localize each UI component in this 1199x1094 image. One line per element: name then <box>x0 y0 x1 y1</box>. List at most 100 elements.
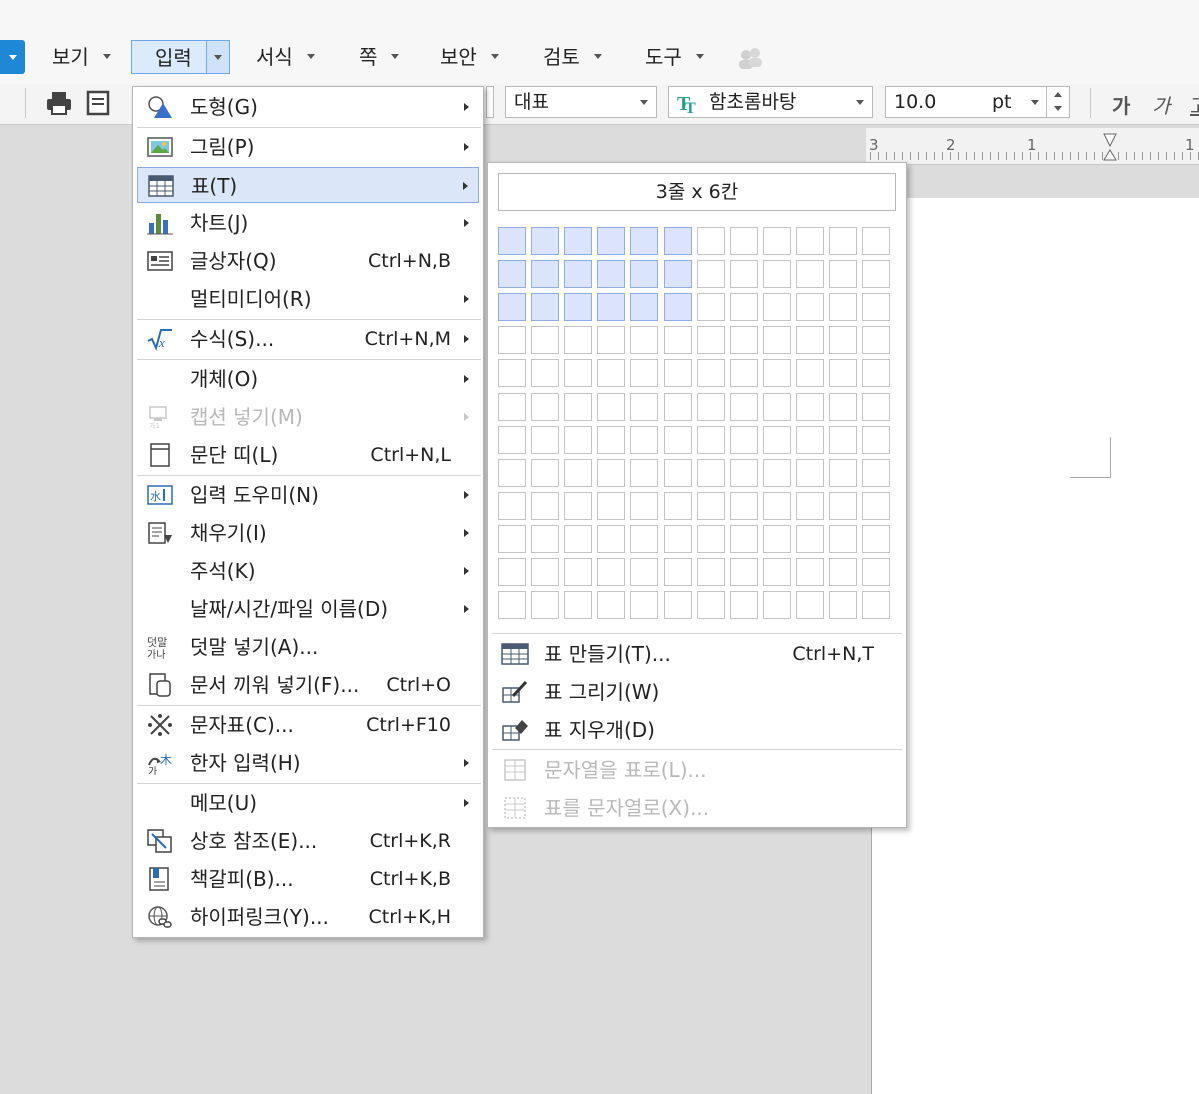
menu-item-ruby-text[interactable]: 덧말 가나 덧말 넣기(A)... <box>137 629 479 665</box>
table-grid-cell[interactable] <box>729 227 758 255</box>
style-select[interactable]: 대표 <box>505 86 657 118</box>
table-grid-cell[interactable] <box>862 458 891 487</box>
table-grid-cell[interactable] <box>663 293 692 322</box>
menu-item-input-helper[interactable]: 水 입력 도우미(N) <box>137 477 479 513</box>
menu-item-date-time-filename[interactable]: 날짜/시간/파일 이름(D) <box>137 591 479 627</box>
table-grid-cell[interactable] <box>531 491 560 520</box>
table-grid-cell[interactable] <box>762 491 791 520</box>
font-select[interactable]: T T 함초롬바탕 <box>668 86 873 118</box>
table-grid-cell[interactable] <box>795 425 824 454</box>
table-grid-cell[interactable] <box>862 558 891 586</box>
table-grid-cell[interactable] <box>498 558 526 586</box>
menu-item-paragraph-band[interactable]: 문단 띠(L) Ctrl+N,L <box>137 437 479 473</box>
font-size-spinner[interactable] <box>1046 87 1069 117</box>
table-grid-cell[interactable] <box>696 458 725 487</box>
file-menu-dropdown-button[interactable] <box>0 40 25 74</box>
table-grid-cell[interactable] <box>795 326 824 355</box>
table-grid-cell[interactable] <box>597 227 626 255</box>
table-grid-cell[interactable] <box>729 458 758 487</box>
table-grid-cell[interactable] <box>762 260 791 289</box>
table-grid-cell[interactable] <box>862 524 891 553</box>
table-grid-cell[interactable] <box>829 392 857 421</box>
table-grid-cell[interactable] <box>729 591 758 620</box>
table-grid-cell[interactable] <box>762 524 791 553</box>
table-grid-cell[interactable] <box>630 491 659 520</box>
submenu-item-draw-table[interactable]: 표 그리기(W) <box>492 673 902 711</box>
table-grid-cell[interactable] <box>597 425 626 454</box>
table-grid-cell[interactable] <box>663 458 692 487</box>
menu-item-bookmark[interactable]: 책갈피(B)... Ctrl+K,B <box>137 861 479 897</box>
table-grid-cell[interactable] <box>696 227 725 255</box>
table-grid-cell[interactable] <box>630 591 659 620</box>
table-grid-cell[interactable] <box>498 326 526 355</box>
table-grid-cell[interactable] <box>630 558 659 586</box>
table-grid-cell[interactable] <box>829 591 857 620</box>
table-grid-cell[interactable] <box>762 392 791 421</box>
italic-button[interactable]: 가 <box>1152 90 1170 119</box>
table-grid-cell[interactable] <box>696 558 725 586</box>
menu-item-memo[interactable]: 메모(U) <box>137 785 479 821</box>
table-grid-cell[interactable] <box>597 458 626 487</box>
table-grid-cell[interactable] <box>597 359 626 388</box>
table-grid-cell[interactable] <box>663 591 692 620</box>
table-grid-cell[interactable] <box>663 260 692 289</box>
table-grid-cell[interactable] <box>597 491 626 520</box>
table-grid-cell[interactable] <box>696 260 725 289</box>
menu-view[interactable]: 보기 <box>52 40 111 74</box>
menu-item-object[interactable]: 개체(O) <box>137 361 479 397</box>
table-grid-cell[interactable] <box>531 425 560 454</box>
ruler-indent-marker[interactable] <box>1102 132 1118 164</box>
table-grid-cell[interactable] <box>829 326 857 355</box>
table-grid-cell[interactable] <box>630 458 659 487</box>
table-grid-cell[interactable] <box>795 491 824 520</box>
table-grid-cell[interactable] <box>531 591 560 620</box>
table-grid-cell[interactable] <box>663 326 692 355</box>
table-grid-cell[interactable] <box>729 260 758 289</box>
table-grid-cell[interactable] <box>729 524 758 553</box>
menu-item-chart[interactable]: 차트(J) <box>137 205 479 241</box>
menu-item-fill[interactable]: 채우기(I) <box>137 515 479 551</box>
table-grid-cell[interactable] <box>795 524 824 553</box>
table-grid-cell[interactable] <box>862 591 891 620</box>
table-grid-cell[interactable] <box>630 425 659 454</box>
table-grid-cell[interactable] <box>829 425 857 454</box>
menu-item-table[interactable]: 표(T) <box>137 167 479 203</box>
table-grid-cell[interactable] <box>564 558 593 586</box>
table-grid-cell[interactable] <box>729 425 758 454</box>
table-grid-cell[interactable] <box>829 227 857 255</box>
users-icon[interactable] <box>736 46 764 70</box>
table-grid-cell[interactable] <box>498 491 526 520</box>
table-grid-cell[interactable] <box>531 359 560 388</box>
print-icon[interactable] <box>46 90 72 116</box>
table-grid-cell[interactable] <box>862 260 891 289</box>
table-grid-cell[interactable] <box>564 524 593 553</box>
bold-button[interactable]: 가 <box>1112 90 1130 119</box>
table-grid-cell[interactable] <box>630 326 659 355</box>
table-grid-cell[interactable] <box>795 227 824 255</box>
menu-item-textbox[interactable]: 글상자(Q) Ctrl+N,B <box>137 243 479 279</box>
table-grid-cell[interactable] <box>795 260 824 289</box>
preview-icon[interactable] <box>86 90 110 116</box>
table-grid-cell[interactable] <box>630 392 659 421</box>
table-grid-cell[interactable] <box>696 359 725 388</box>
table-grid-cell[interactable] <box>531 458 560 487</box>
table-grid-cell[interactable] <box>564 227 593 255</box>
table-grid-cell[interactable] <box>498 591 526 620</box>
table-grid-cell[interactable] <box>829 524 857 553</box>
table-grid-cell[interactable] <box>696 326 725 355</box>
table-grid-cell[interactable] <box>663 359 692 388</box>
table-grid-cell[interactable] <box>564 392 593 421</box>
table-grid-cell[interactable] <box>762 425 791 454</box>
menu-item-multimedia[interactable]: 멀티미디어(R) <box>137 281 479 317</box>
table-grid-cell[interactable] <box>564 260 593 289</box>
table-grid-cell[interactable] <box>663 227 692 255</box>
document-page[interactable] <box>871 198 1199 1094</box>
menu-item-symbol[interactable]: 문자표(C)... Ctrl+F10 <box>137 707 479 743</box>
table-grid-cell[interactable] <box>597 392 626 421</box>
menu-format[interactable]: 서식 <box>256 40 315 74</box>
table-grid-cell[interactable] <box>829 293 857 322</box>
menu-security[interactable]: 보안 <box>440 40 499 74</box>
table-grid-cell[interactable] <box>498 458 526 487</box>
table-grid-cell[interactable] <box>862 425 891 454</box>
table-grid-cell[interactable] <box>795 458 824 487</box>
